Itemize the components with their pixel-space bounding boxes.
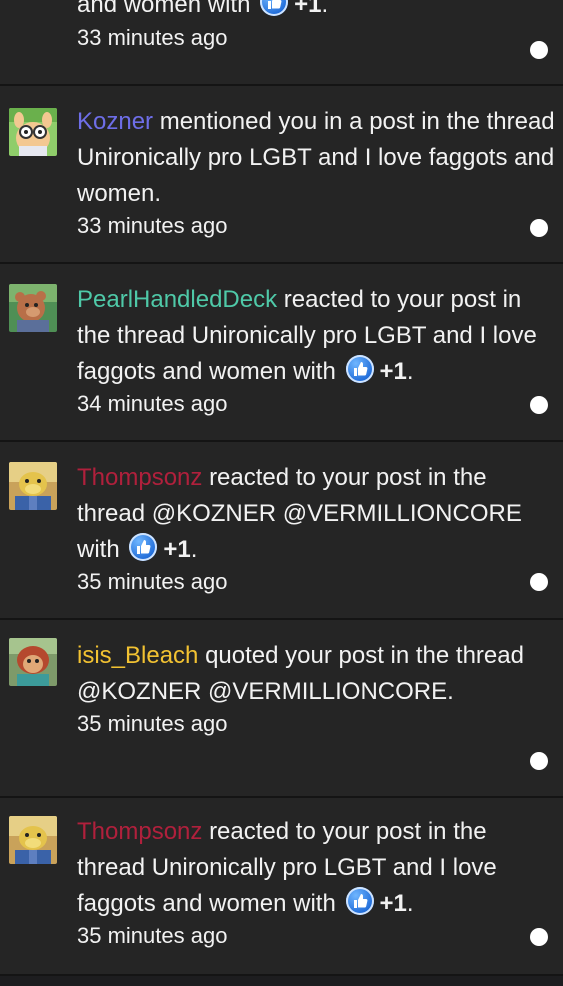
- binky-character-avatar[interactable]: [9, 462, 57, 510]
- username-link[interactable]: Thompsonz: [77, 818, 202, 845]
- unread-dot[interactable]: [530, 573, 548, 591]
- reaction-label: +1: [379, 358, 407, 385]
- alert-text: and women with: [77, 0, 251, 18]
- username-link[interactable]: PearlHandledDeck: [77, 286, 277, 313]
- alert-item[interactable]: Thompsonz reacted to your post in the th…: [0, 798, 563, 976]
- arthur-aardvark-avatar[interactable]: [9, 108, 57, 156]
- unread-dot[interactable]: [530, 41, 548, 59]
- unread-dot[interactable]: [530, 928, 548, 946]
- username-link[interactable]: isis_Bleach: [77, 642, 198, 669]
- unread-dot[interactable]: [530, 219, 548, 237]
- sentence-end: .: [190, 536, 198, 563]
- alert-item[interactable]: Kozner mentioned you in a post in the th…: [0, 86, 563, 264]
- unread-dot[interactable]: [530, 752, 548, 770]
- bear-character-avatar[interactable]: [9, 284, 57, 332]
- alert-time: 33 minutes ago: [77, 25, 228, 50]
- alert-time: 35 minutes ago: [77, 569, 228, 594]
- alert-time: 35 minutes ago: [77, 923, 228, 948]
- alert-item[interactable]: Thompsonz reacted to your post in the th…: [0, 442, 563, 620]
- reaction-label: +1: [294, 0, 322, 18]
- alert-time: 34 minutes ago: [77, 391, 228, 416]
- alert-time: 35 minutes ago: [77, 711, 228, 736]
- sentence-end: .: [406, 890, 414, 917]
- like-reaction-icon: [345, 355, 374, 383]
- muffy-character-avatar[interactable]: [9, 638, 57, 686]
- binky-character-avatar[interactable]: [9, 816, 57, 864]
- like-reaction-icon: [345, 887, 374, 915]
- alert-item[interactable]: PearlHandledDeck reacted to your post in…: [0, 264, 563, 442]
- username-link[interactable]: Thompsonz: [77, 464, 202, 491]
- alert-time: 33 minutes ago: [77, 213, 228, 238]
- alert-item[interactable]: isis_Bleach quoted your post in the thre…: [0, 620, 563, 798]
- reaction-label: +1: [379, 890, 407, 917]
- reaction-label: +1: [163, 536, 191, 563]
- like-reaction-icon: [260, 0, 289, 16]
- sentence-end: .: [321, 0, 329, 18]
- unread-dot[interactable]: [530, 396, 548, 414]
- like-reaction-icon: [129, 533, 158, 561]
- alerts-feed: and women with +1. 33 minutes ago Kozner…: [0, 0, 563, 986]
- alert-item[interactable]: and women with +1. 33 minutes ago: [0, 0, 563, 86]
- sentence-end: .: [406, 358, 414, 385]
- username-link[interactable]: Kozner: [77, 108, 153, 135]
